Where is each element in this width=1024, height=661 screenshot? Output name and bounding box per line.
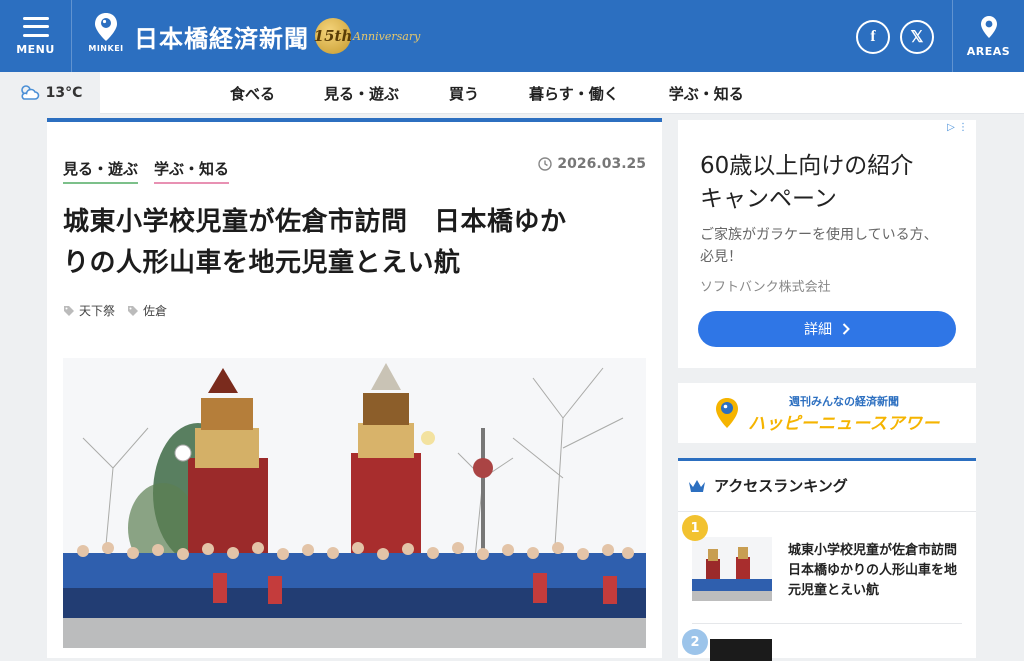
hamburger-icon bbox=[22, 16, 49, 37]
weather-widget: 13°C bbox=[0, 72, 100, 114]
nav-item-buy[interactable]: 買う bbox=[449, 83, 479, 104]
x-button[interactable]: 𝕏 bbox=[900, 20, 934, 54]
anniversary-word: Anniversary bbox=[353, 29, 421, 43]
access-ranking: アクセスランキング 1 城東小学校児童が佐倉市訪問 日本橋ゆかりの人形山車を地元… bbox=[678, 458, 976, 661]
article-date: 2026.03.25 bbox=[538, 156, 646, 172]
temperature: 13°C bbox=[45, 85, 83, 101]
tag-label: 天下祭 bbox=[79, 304, 116, 318]
ad-description-line-2: 必見！ bbox=[700, 249, 742, 266]
minkei-logo-icon: MINKEI bbox=[88, 12, 124, 60]
map-pin-icon bbox=[980, 15, 997, 38]
sidebar-ad[interactable]: ▷ ⋮ 60歳以上向けの紹介 キャンペーン ご家族がガラケーを使用している方、 … bbox=[678, 120, 976, 368]
tag-icon bbox=[64, 305, 74, 316]
ranking-thumbnail[interactable] bbox=[710, 639, 772, 661]
ranking-item[interactable]: 1 城東小学校児童が佐倉市訪問 日本橋ゆかりの人形山車を地元児童とえい航 bbox=[682, 515, 971, 613]
ad-choices-icon[interactable]: ▷ ⋮ bbox=[947, 122, 968, 133]
divider bbox=[692, 623, 962, 624]
rank-number: 2 bbox=[682, 629, 708, 655]
cloudy-icon bbox=[20, 85, 39, 100]
chevron-right-icon bbox=[842, 323, 850, 335]
facebook-icon: f bbox=[870, 28, 876, 45]
ranking-heading: アクセスランキング bbox=[688, 475, 848, 496]
anniversary-number: 15th bbox=[314, 18, 352, 54]
category-nav: 13°C 食べる 見る・遊ぶ 買う 暮らす・働く 学ぶ・知る bbox=[0, 72, 1024, 114]
tag-tenkamatsuri[interactable]: 天下祭 bbox=[63, 302, 115, 319]
site-header: MENU MINKEI 日本橋経済新聞 15th Anniversary f 𝕏… bbox=[0, 0, 1024, 72]
divider bbox=[678, 511, 976, 512]
areas-button[interactable]: AREAS bbox=[952, 0, 1024, 72]
article-card: 見る・遊ぶ 学ぶ・知る 2026.03.25 城東小学校児童が佐倉市訪問 日本橋… bbox=[47, 118, 662, 658]
crown-icon bbox=[689, 479, 705, 492]
areas-label: AREAS bbox=[966, 44, 1011, 58]
tag-sakura[interactable]: 佐倉 bbox=[127, 302, 167, 319]
happy-news-banner[interactable]: 週刊みんなの経済新聞 ハッピーニュースアワー bbox=[678, 383, 976, 443]
nav-item-see-play[interactable]: 見る・遊ぶ bbox=[324, 83, 399, 104]
logo-sub-label: MINKEI bbox=[88, 44, 124, 53]
ranking-thumbnail bbox=[692, 537, 772, 601]
category-learn-know[interactable]: 学ぶ・知る bbox=[154, 158, 230, 184]
ad-title: 60歳以上向けの紹介 キャンペーン bbox=[700, 150, 960, 217]
happy-news-large: ハッピーニュースアワー bbox=[748, 413, 940, 434]
happy-news-text: 週刊みんなの経済新聞 ハッピーニュースアワー bbox=[748, 393, 940, 434]
tag-icon bbox=[128, 305, 139, 316]
article-title-line-1: 城東小学校児童が佐倉市訪問 日本橋ゆか bbox=[63, 207, 567, 237]
ad-description: ご家族がガラケーを使用している方、 必見！ bbox=[700, 224, 960, 269]
site-name: 日本橋経済新聞 bbox=[134, 24, 309, 53]
article-title-line-2: りの人形山車を地元児童とえい航 bbox=[63, 248, 461, 279]
ad-company: ソフトバンク株式会社 bbox=[700, 280, 831, 295]
date-text: 2026.03.25 bbox=[557, 156, 646, 172]
site-logo[interactable]: MINKEI 日本橋経済新聞 15th Anniversary bbox=[88, 12, 420, 60]
ranking-heading-text: アクセスランキング bbox=[714, 477, 848, 495]
festival-floats-photo bbox=[63, 358, 646, 648]
article-photo[interactable] bbox=[63, 358, 646, 648]
facebook-button[interactable]: f bbox=[856, 20, 890, 54]
nav-items: 食べる 見る・遊ぶ 買う 暮らす・働く 学ぶ・知る bbox=[230, 72, 744, 114]
menu-button[interactable]: MENU bbox=[0, 0, 72, 72]
ranking-item-title: 城東小学校児童が佐倉市訪問 日本橋ゆかりの人形山車を地元児童とえい航 bbox=[788, 543, 971, 599]
ad-title-line-2: キャンペーン bbox=[700, 186, 837, 213]
ad-button-label: 詳細 bbox=[804, 322, 832, 338]
category-see-play[interactable]: 見る・遊ぶ bbox=[63, 158, 139, 184]
article-title: 城東小学校児童が佐倉市訪問 日本橋ゆか りの人形山車を地元児童とえい航 bbox=[63, 202, 643, 284]
x-icon: 𝕏 bbox=[910, 29, 924, 46]
menu-label: MENU bbox=[16, 42, 55, 56]
nav-item-live-work[interactable]: 暮らす・働く bbox=[529, 83, 619, 104]
rank-number: 1 bbox=[682, 515, 708, 541]
anniversary-badge: 15th Anniversary bbox=[314, 18, 421, 54]
ad-title-line-1: 60歳以上向けの紹介 bbox=[700, 153, 914, 179]
ad-details-button[interactable]: 詳細 bbox=[698, 311, 956, 347]
tag-label: 佐倉 bbox=[143, 304, 168, 318]
clock-icon bbox=[538, 157, 553, 171]
nav-item-learn-know[interactable]: 学ぶ・知る bbox=[669, 83, 744, 104]
article-categories: 見る・遊ぶ 学ぶ・知る bbox=[63, 158, 230, 184]
article-tags: 天下祭 佐倉 bbox=[63, 302, 167, 319]
happy-news-small: 週刊みんなの経済新聞 bbox=[789, 394, 899, 408]
minkei-pin-icon bbox=[716, 398, 739, 428]
ad-description-line-1: ご家族がガラケーを使用している方、 bbox=[700, 227, 938, 243]
nav-item-eat[interactable]: 食べる bbox=[230, 83, 275, 104]
